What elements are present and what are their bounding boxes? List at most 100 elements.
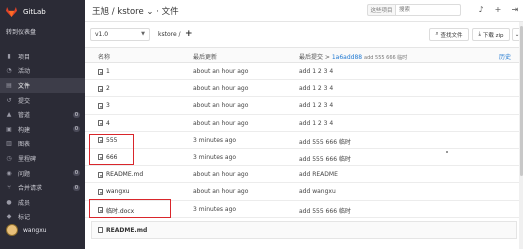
history-link[interactable]: 历史 [499, 52, 511, 61]
file-path[interactable]: kstore / [158, 31, 181, 38]
sidebar-item-issues[interactable]: ◉ 问题 0 [0, 166, 85, 181]
sidebar-item-label: 成员 [18, 199, 31, 207]
column-updated: 最后更新 [193, 54, 218, 61]
sidebar-item-label: 标记 [18, 214, 31, 222]
table-row[interactable]: 3 about an hour ago add 1 2 3 4 [85, 97, 523, 115]
file-commit-message[interactable]: add 1 2 3 4 [299, 85, 333, 92]
history-icon: ↺ [6, 96, 12, 104]
merge-icon: ⑂ [7, 184, 11, 192]
file-commit-message[interactable]: add 555 666 临时 [299, 206, 351, 215]
sidebar-item-label: 项目 [18, 53, 31, 61]
file-name[interactable]: 1 [106, 68, 110, 75]
rocket-icon: ▲ [6, 111, 12, 119]
file-name[interactable]: wangxu [106, 188, 130, 195]
sidebar-item-label: 活动 [18, 68, 31, 76]
top-header: 王旭 / kstore ⌄ · 文件 这些项目 ♪ + ⇥ [85, 0, 523, 22]
activity-icon: ◔ [6, 67, 12, 75]
sidebar-item-builds[interactable]: ▣ 构建 0 [0, 122, 85, 137]
sidebar-item-merge-requests[interactable]: ⑂ 合并请求 0 [0, 180, 85, 195]
file-updated: 3 minutes ago [193, 205, 237, 213]
file-commit-message[interactable]: add 555 666 临时 [299, 137, 351, 146]
sidebar-item-label: 构建 [18, 126, 31, 134]
sign-out-icon[interactable]: ⇥ [511, 5, 519, 14]
file-name[interactable]: 4 [106, 120, 110, 127]
sidebar-item-projects[interactable]: ▮ 项目 [0, 49, 85, 64]
file-updated: about an hour ago [193, 188, 249, 196]
sidebar-item-commits[interactable]: ↺ 提交 [0, 93, 85, 108]
table-row[interactable]: 666 3 minutes ago add 555 666 临时 [85, 149, 523, 167]
branch-select[interactable]: v1.0 ▼ [90, 28, 150, 41]
sidebar-item-tags[interactable]: ◆ 标记 [0, 210, 85, 225]
files-icon: ▤ [6, 81, 12, 89]
table-row[interactable]: wangxu about an hour ago add wangxu [85, 183, 523, 201]
users-icon: ● [6, 198, 12, 206]
brand[interactable]: GitLab [0, 0, 85, 24]
sidebar-item-graphs[interactable]: ▥ 图表 [0, 137, 85, 152]
go-to-dashboard-link[interactable]: 转到仪表盘 [0, 24, 85, 38]
search-icon: ⌕ [435, 31, 439, 37]
file-updated: 3 minutes ago [193, 136, 237, 144]
commit-id-link[interactable]: 1a6add88 [332, 54, 362, 61]
scrollbar[interactable] [519, 22, 523, 249]
header-icons: ♪ + ⇥ [477, 5, 519, 14]
sidebar-item-pipelines[interactable]: ▲ 管道 0 [0, 107, 85, 122]
file-icon [98, 102, 103, 109]
highlight-box-555-666 [89, 134, 134, 165]
sidebar-item-milestones[interactable]: ◷ 里程碑 [0, 151, 85, 166]
file-commit-message[interactable]: add wangxu [299, 188, 336, 195]
file-commit-message[interactable]: add 555 666 临时 [299, 154, 351, 163]
plus-icon[interactable]: + [494, 5, 502, 14]
file-updated: about an hour ago [193, 119, 249, 127]
builds-count-badge: 0 [72, 126, 80, 133]
breadcrumb[interactable]: 王旭 / kstore ⌄ · 文件 [92, 5, 179, 17]
file-name[interactable]: 2 [106, 85, 110, 92]
file-updated: 3 minutes ago [193, 153, 237, 161]
cubes-icon: ▣ [6, 125, 12, 133]
search-input[interactable] [395, 4, 461, 16]
table-row[interactable]: 4 about an hour ago add 1 2 3 4 [85, 115, 523, 132]
table-row[interactable]: 1 about an hour ago add 1 2 3 4 [85, 63, 523, 81]
files-toolbar: v1.0 ▼ kstore / + ⌕ 查找文件 ⤓ 下载 zip ⌄ [85, 24, 523, 46]
user-menu[interactable]: wangxu [6, 224, 47, 236]
tag-icon: ◆ [6, 213, 12, 221]
bell-icon[interactable]: ♪ [477, 5, 485, 14]
file-updated: about an hour ago [193, 102, 249, 110]
file-name[interactable]: README.md [106, 171, 143, 178]
table-row[interactable]: 555 3 minutes ago add 555 666 临时 [85, 132, 523, 149]
table-row[interactable]: 2 about an hour ago add 1 2 3 4 [85, 80, 523, 98]
file-commit-message[interactable]: add README [299, 171, 338, 178]
file-icon [98, 68, 103, 75]
file-updated: about an hour ago [193, 68, 249, 75]
download-zip-button[interactable]: ⤓ 下载 zip [472, 28, 510, 41]
sidebar: GitLab 转到仪表盘 ▮ 项目 ◔ 活动 ▤ 文件 ↺ 提交 ▲ 管道 0 … [0, 0, 85, 249]
sidebar-item-files[interactable]: ▤ 文件 [0, 78, 85, 93]
file-icon [98, 188, 103, 195]
file-updated: about an hour ago [193, 171, 249, 179]
sidebar-item-label: 提交 [18, 97, 31, 105]
sidebar-item-activity[interactable]: ◔ 活动 [0, 64, 85, 79]
file-commit-message[interactable]: add 1 2 3 4 [299, 102, 333, 109]
app-name: GitLab [23, 8, 46, 16]
gitlab-logo-icon [6, 7, 17, 17]
find-file-button[interactable]: ⌕ 查找文件 [429, 28, 469, 41]
file-icon [98, 85, 103, 92]
sidebar-item-label: 问题 [18, 170, 31, 178]
scrollbar-thumb[interactable] [519, 26, 523, 176]
file-commit-message[interactable]: add 1 2 3 4 [299, 120, 333, 127]
readme-header[interactable]: README.md [91, 221, 517, 239]
sidebar-item-members[interactable]: ● 成员 [0, 195, 85, 210]
file-table: 名称 最后更新 最后提交 > 1a6add88 add 555 666 临时 历… [85, 47, 523, 218]
table-row[interactable]: README.md about an hour ago add README [85, 166, 523, 184]
file-icon [98, 171, 103, 178]
readme-title: README.md [106, 226, 148, 234]
search-scope[interactable]: 这些项目 [367, 4, 395, 16]
last-commit-label: 最后提交 [299, 54, 324, 61]
highlight-box-docx [89, 199, 171, 218]
add-file-button[interactable]: + [185, 29, 193, 39]
sidebar-item-label: 管道 [18, 112, 31, 120]
milestone-icon: ◷ [6, 154, 12, 162]
file-commit-message[interactable]: add 1 2 3 4 [299, 68, 333, 75]
file-name[interactable]: 3 [106, 102, 110, 109]
sidebar-item-label: 合并请求 [18, 185, 43, 193]
column-last-commit: 最后提交 > 1a6add88 add 555 666 临时 [299, 54, 408, 61]
